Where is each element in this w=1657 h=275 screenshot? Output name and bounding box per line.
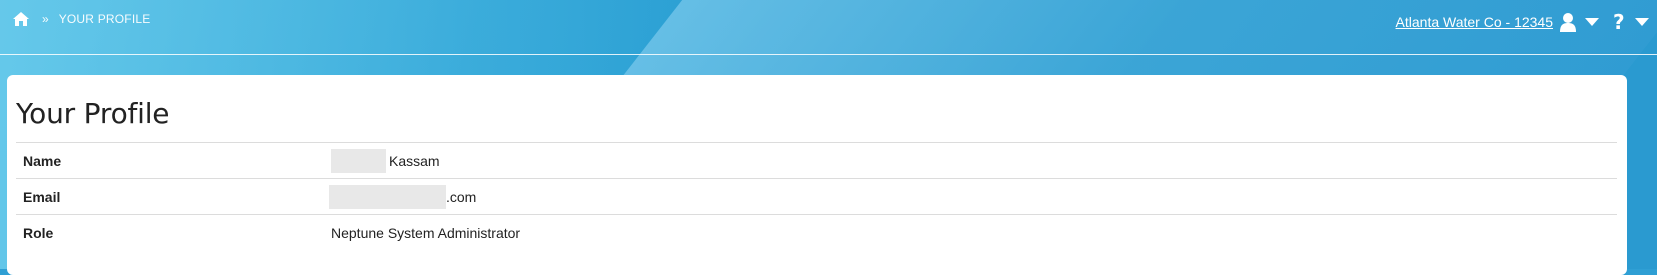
table-row: Name Kassam (16, 142, 1617, 179)
profile-table: Name Kassam Email .com Role Neptune Syst… (16, 142, 1617, 251)
table-row: Email .com (16, 178, 1617, 215)
role-label: Role (23, 224, 54, 241)
role-value: Neptune System Administrator (331, 224, 521, 241)
breadcrumb-separator: » (42, 12, 49, 26)
page-title: Your Profile (16, 97, 170, 130)
table-row: Role Neptune System Administrator (16, 214, 1617, 251)
user-icon (1560, 13, 1576, 32)
breadcrumb: » YOUR PROFILE (12, 11, 150, 27)
help-icon: ? (1613, 10, 1625, 34)
user-menu-button[interactable] (1559, 12, 1613, 32)
email-value: .com (446, 188, 477, 205)
breadcrumb-current: YOUR PROFILE (58, 12, 151, 26)
account-area: Atlanta Water Co - 12345 ? (1396, 12, 1649, 32)
chevron-down-icon (1635, 18, 1649, 26)
home-icon[interactable] (12, 11, 30, 27)
top-bar: » YOUR PROFILE Atlanta Water Co - 12345 … (0, 0, 1657, 55)
redacted-block (329, 184, 446, 209)
chevron-down-icon (1585, 18, 1599, 26)
redacted-block (331, 148, 386, 173)
name-label: Name (23, 152, 62, 169)
email-label: Email (23, 188, 61, 205)
profile-card: Your Profile Name Kassam Email .com Role… (7, 75, 1627, 275)
help-menu-button[interactable]: ? (1613, 12, 1649, 32)
account-link[interactable]: Atlanta Water Co - 12345 (1396, 14, 1553, 30)
name-value: Kassam (389, 152, 440, 169)
email-value-cell: .com (329, 179, 1617, 215)
name-value-cell: Kassam (331, 143, 1617, 179)
